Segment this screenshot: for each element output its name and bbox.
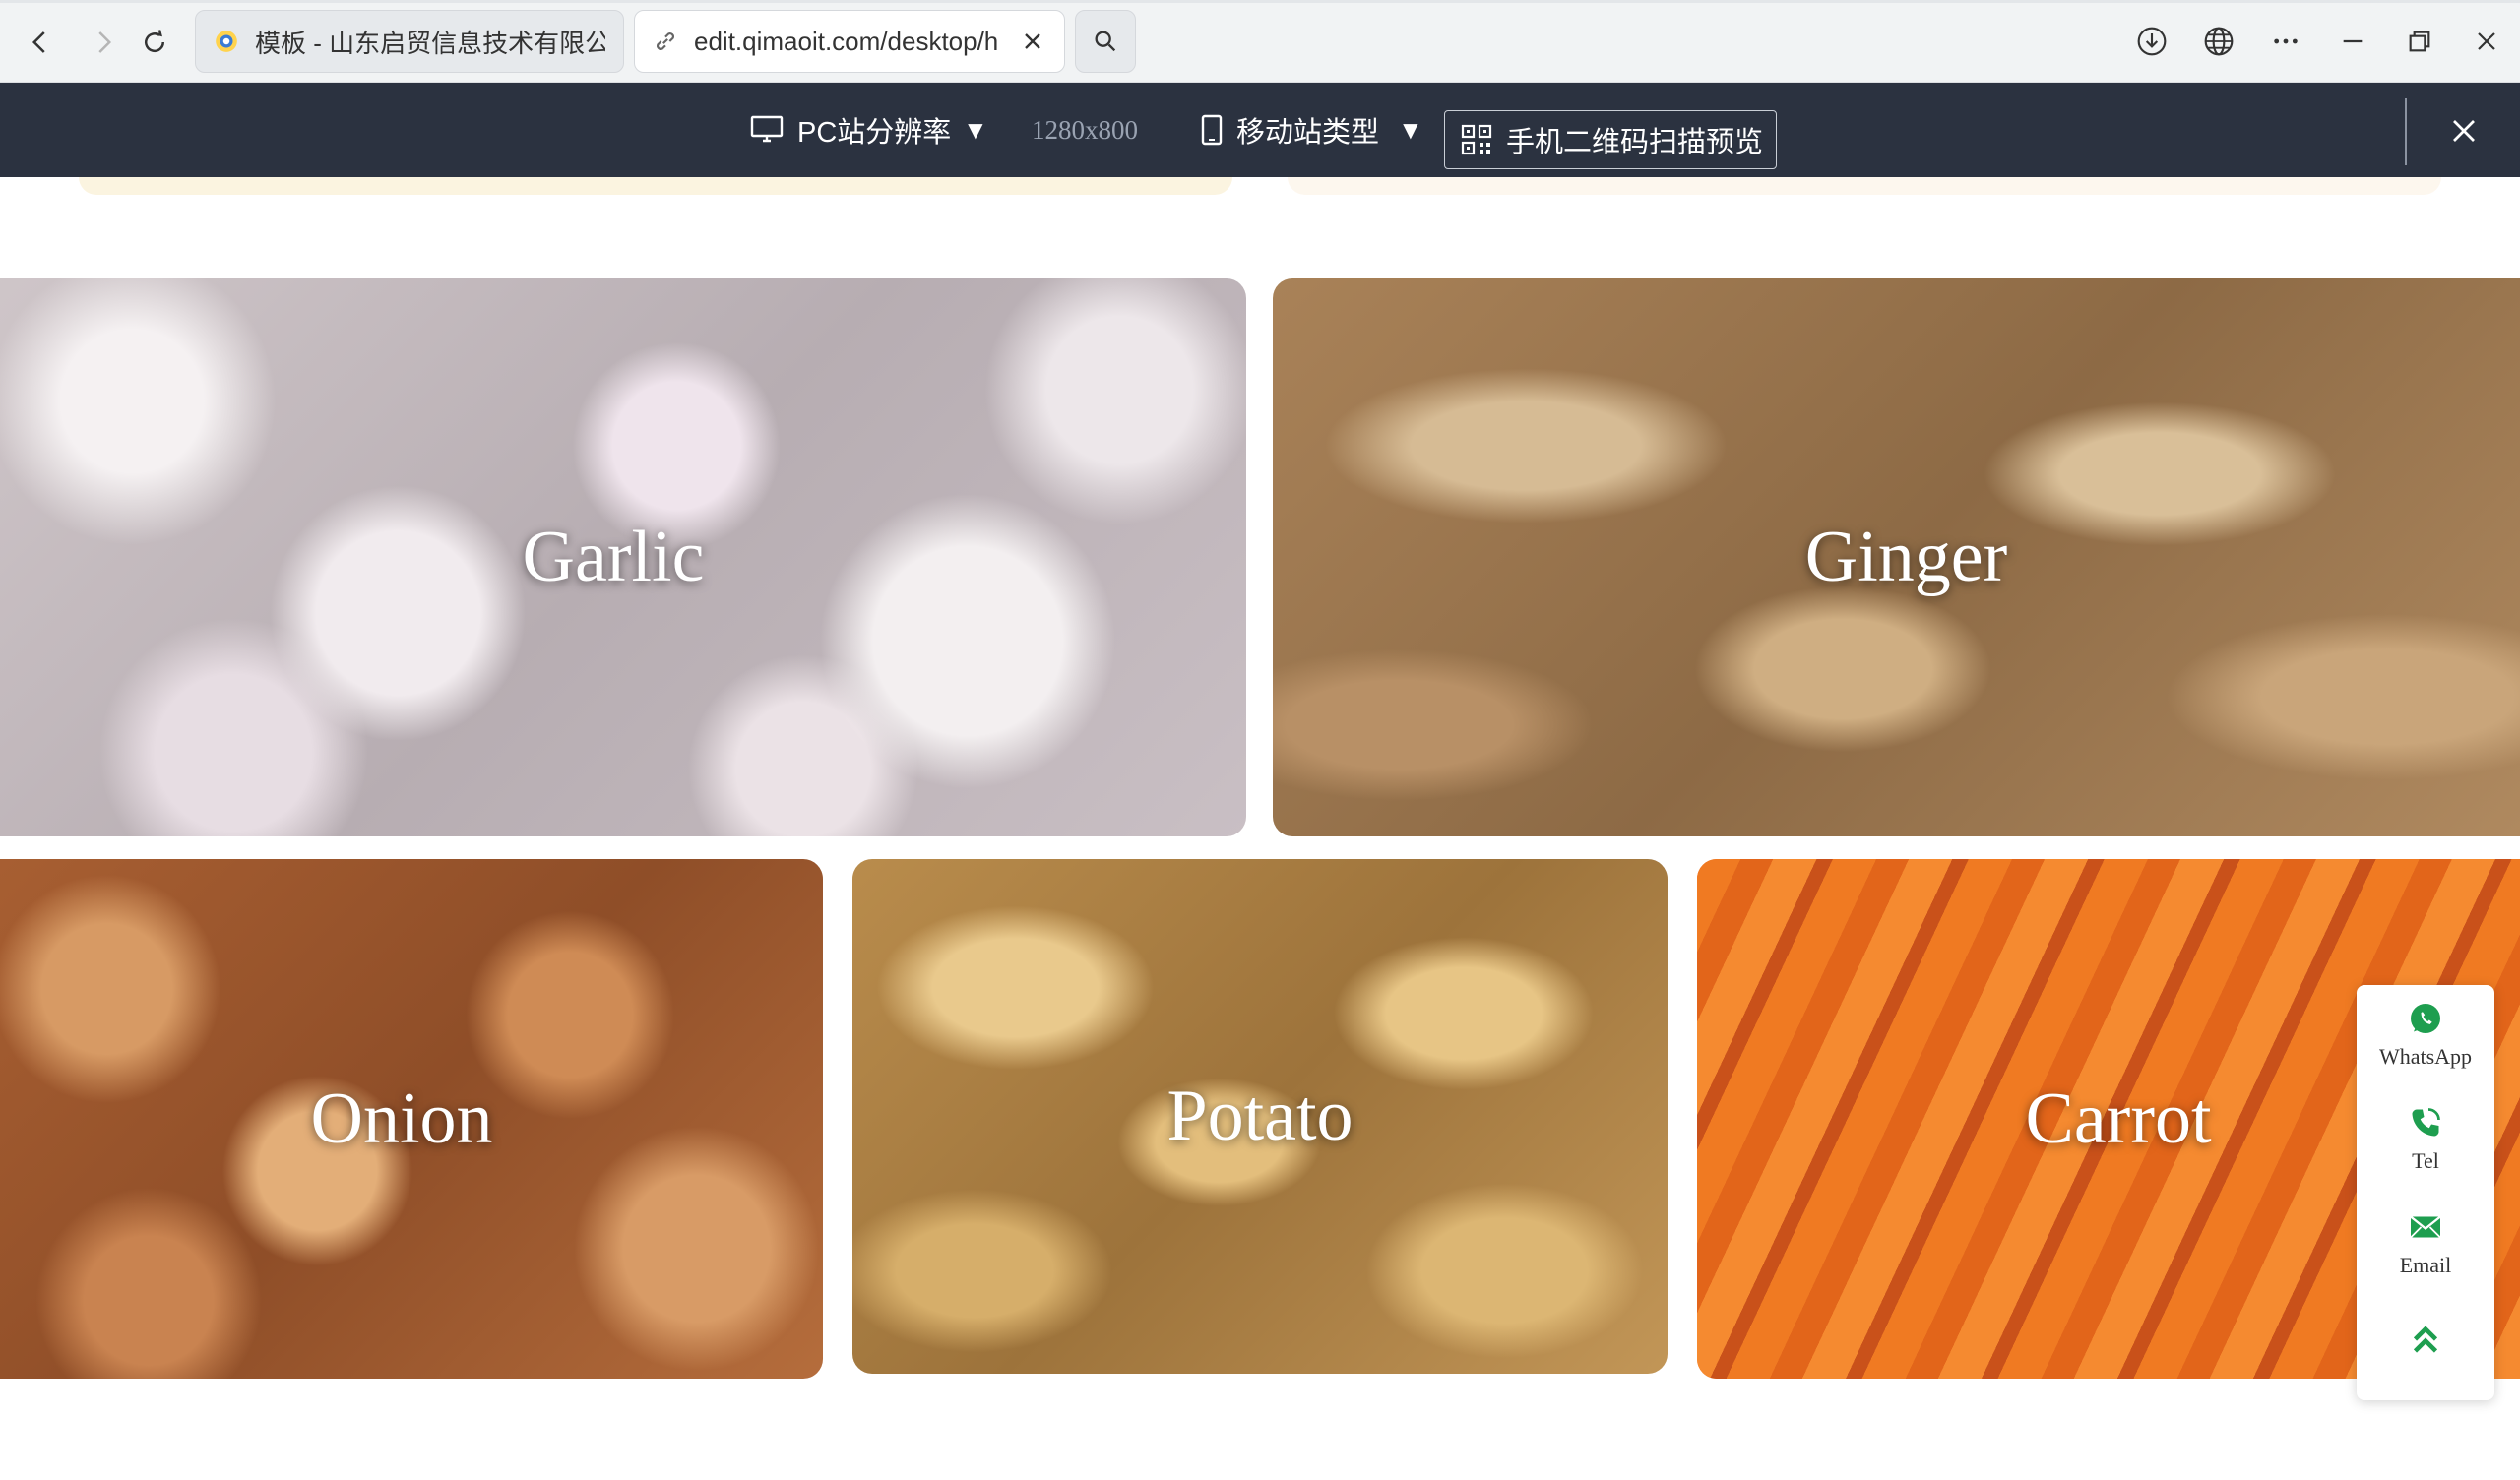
search-icon [1095,31,1116,52]
product-name: Garlic [522,517,705,597]
download-icon [2137,27,2167,56]
more-menu-button[interactable] [2252,16,2319,67]
pc-resolution-dropdown-arrow[interactable]: ▼ [963,83,988,177]
tel-label: Tel [2412,1148,2439,1173]
forward-button[interactable] [81,20,126,65]
close-preview-button[interactable] [2441,108,2487,154]
downloads-button[interactable] [2118,16,2185,67]
search-tabs-button[interactable] [1075,10,1136,73]
minimize-icon [2343,39,2362,43]
pc-resolution-selector[interactable]: PC站分辨率 [750,83,951,177]
mobile-phone-icon [1201,114,1223,146]
restore-button[interactable] [2386,16,2453,67]
product-name: Onion [310,1078,493,1159]
qr-preview-label: 手机二维码扫描预览 [1506,127,1764,158]
forward-arrow-icon [98,31,112,53]
toolbar-divider [2405,98,2407,165]
back-button[interactable] [18,20,63,65]
tab-title: 模板 - 山东启贸信息技术有限公司 [255,28,605,58]
product-card-onion[interactable]: Onion [0,859,823,1379]
window-top-border [0,0,2520,3]
browser-toolbar: 模板 - 山东启贸信息技术有限公司 edit.qimaoit.com/deskt… [0,0,2520,83]
back-arrow-icon [32,31,45,53]
section-card-bottom-edge [79,177,1232,195]
tab-close-icon[interactable] [1019,28,1046,55]
minimize-button[interactable] [2319,16,2386,67]
link-icon [657,32,674,50]
product-name: Carrot [2025,1078,2212,1159]
globe-icon [2204,27,2234,56]
product-card-potato[interactable]: Potato [852,859,1668,1374]
qr-preview-button[interactable]: 手机二维码扫描预览 [1444,110,1777,169]
window-close-button[interactable] [2453,16,2520,67]
monitor-icon [750,115,784,143]
tab-editor[interactable]: edit.qimaoit.com/desktop/h [634,10,1065,73]
qr-code-icon [1461,124,1492,155]
section-card-bottom-edge [1288,177,2441,195]
site-favicon-icon [216,31,237,52]
email-button[interactable]: Email [2357,1209,2494,1278]
close-icon [2453,120,2475,142]
contact-widget: WhatsApp Tel Email [2357,985,2494,1400]
restore-icon [2409,31,2430,52]
product-name: Potato [1166,1076,1354,1156]
reload-button[interactable] [132,20,177,65]
more-icon [2274,38,2298,44]
resolution-value: 1280x800 [1032,114,1138,145]
product-name: Ginger [1804,517,2008,597]
product-card-garlic[interactable]: Garlic [0,278,1246,836]
close-icon [2478,32,2495,50]
email-label: Email [2399,1253,2452,1277]
mobile-type-selector[interactable]: 移动站类型 [1201,83,1379,177]
reload-icon [145,30,165,53]
double-chevron-up-icon [2413,1326,2438,1353]
back-to-top-button[interactable] [2357,1322,2494,1357]
product-card-ginger[interactable]: Ginger [1273,278,2520,836]
pc-resolution-label: PC站分辨率 [797,117,952,149]
email-icon [2410,1215,2441,1239]
tab-template[interactable]: 模板 - 山东启贸信息技术有限公司 [195,10,624,73]
tab-title: edit.qimaoit.com/desktop/h [694,26,999,56]
whatsapp-label: WhatsApp [2378,1044,2473,1069]
whatsapp-icon [2411,1004,2440,1033]
translate-button[interactable] [2185,16,2252,67]
mobile-type-label: 移动站类型 [1236,117,1380,149]
tel-button[interactable]: Tel [2357,1105,2494,1174]
preview-toolbar: PC站分辨率 ▼ 1280x800 移动站类型 ▼ 手机二维码扫描预览 [0,83,2520,177]
mobile-type-dropdown-arrow[interactable]: ▼ [1398,83,1423,177]
phone-icon [2412,1108,2440,1137]
whatsapp-button[interactable]: WhatsApp [2357,1001,2494,1070]
